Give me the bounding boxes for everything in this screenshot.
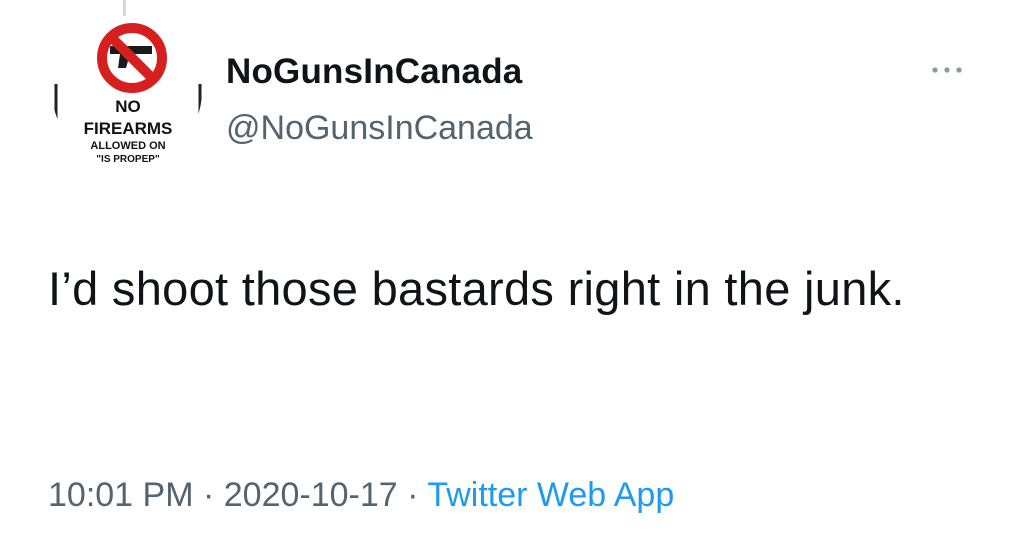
tweet-time[interactable]: 10:01 PM <box>48 476 194 514</box>
meta-separator: · <box>407 476 419 514</box>
sign-line-2: FIREARMS <box>84 119 173 138</box>
tweet-metadata: 10:01 PM · 2020-10-17 · Twitter Web App <box>48 476 674 515</box>
thread-connector-line <box>123 0 126 16</box>
user-handle[interactable]: @NoGunsInCanada <box>226 109 533 148</box>
sign-line-1: NO <box>115 97 141 116</box>
display-name[interactable]: NoGunsInCanada <box>226 52 522 92</box>
tweet-date[interactable]: 2020-10-17 <box>224 476 398 514</box>
tweet-text: I’d shoot those bastards right in the ju… <box>48 262 905 315</box>
avatar[interactable]: NO FIREARMS ALLOWED ON "IS PROPEP" <box>52 16 202 166</box>
no-firearms-sign-icon: NO FIREARMS ALLOWED ON "IS PROPEP" <box>53 17 202 165</box>
tweet-source-link[interactable]: Twitter Web App <box>427 476 674 514</box>
sign-line-3: ALLOWED ON <box>90 140 165 152</box>
sign-line-4: "IS PROPEP" <box>96 154 160 165</box>
more-horizontal-icon <box>932 67 962 73</box>
meta-separator: · <box>202 476 215 514</box>
more-options-button[interactable] <box>930 60 964 80</box>
